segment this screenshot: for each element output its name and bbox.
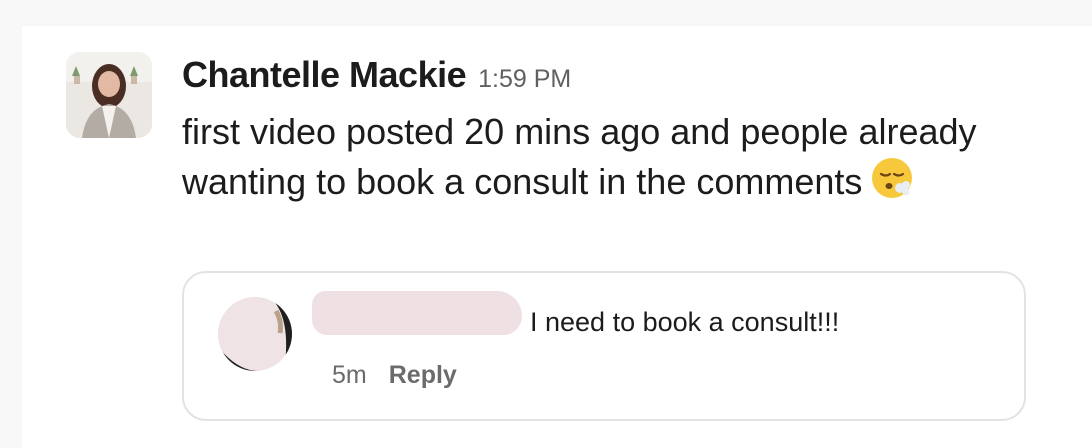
avatar[interactable] bbox=[66, 52, 152, 138]
timestamp[interactable]: 1:59 PM bbox=[478, 65, 571, 94]
commenter-avatar[interactable] bbox=[218, 297, 292, 371]
message-text: first video posted 20 mins ago and peopl… bbox=[182, 111, 977, 202]
commenter-avatar-photo bbox=[218, 297, 292, 371]
redacted-username bbox=[312, 291, 522, 335]
message-header: Chantelle Mackie 1:59 PM bbox=[182, 54, 571, 100]
comment-meta: 5m Reply bbox=[332, 361, 457, 390]
avatar-photo bbox=[66, 52, 152, 138]
message-body: first video posted 20 mins ago and peopl… bbox=[182, 108, 1002, 206]
comment-text: I need to book a consult!!! bbox=[530, 307, 840, 337]
author-name[interactable]: Chantelle Mackie bbox=[182, 54, 467, 96]
comment-attachment-card[interactable]: I need to book a consult!!! 5m Reply bbox=[182, 271, 1026, 421]
face-exhaling-emoji-icon bbox=[870, 156, 914, 200]
reply-button[interactable]: Reply bbox=[389, 361, 457, 389]
comment-age: 5m bbox=[332, 361, 367, 389]
